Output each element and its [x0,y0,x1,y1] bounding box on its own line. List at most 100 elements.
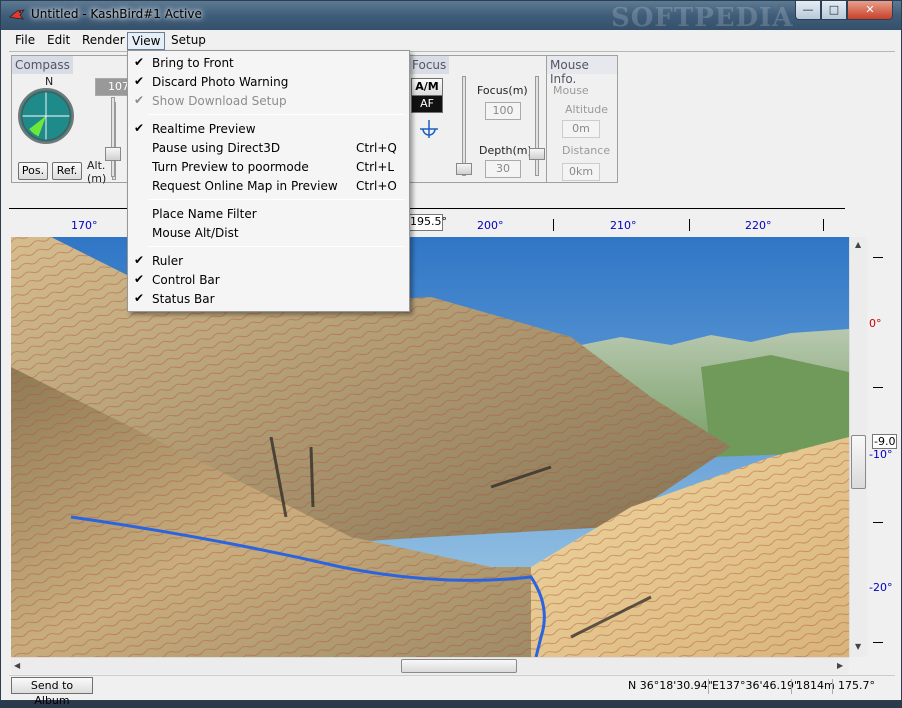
menu-setup[interactable]: Setup [167,32,210,50]
longitude-readout: E137°36'46.19" [712,679,800,692]
menu-item-mouse-alt-dist[interactable]: Mouse Alt/Dist [128,224,409,243]
send-to-album-button[interactable]: Send to Album [11,677,93,707]
heading-label: 170° [71,219,98,232]
menu-item-control-bar[interactable]: ✔ Control Bar [128,271,409,290]
am-button[interactable]: A/M [411,78,443,96]
heading-label: 210° [610,219,637,232]
pitch-tick [873,522,883,523]
app-bird-icon [9,9,25,20]
menu-item-status-bar[interactable]: ✔ Status Bar [128,290,409,309]
pitch-label-zero: 0° [869,317,882,330]
status-separator [708,679,709,694]
menu-item-realtime-preview[interactable]: ✔ Realtime Preview [128,120,409,139]
ref-button[interactable]: Ref. [52,162,82,180]
menu-separator [148,114,405,115]
alt-label: Alt. [87,159,106,172]
focus-crosshair-icon [420,120,438,138]
altitude-label: Altitude [565,103,608,116]
menu-edit[interactable]: Edit [43,32,74,50]
vertical-scroll-thumb[interactable] [851,435,866,489]
pos-button[interactable]: Pos. [18,162,48,180]
menu-separator [148,199,405,200]
check-icon: ✔ [134,93,145,107]
scroll-left-icon[interactable]: ◀ [14,661,20,670]
menu-render[interactable]: Render [78,32,129,50]
distance-label: Distance [562,144,611,157]
window-title: Untitled - KashBird#1 Active [31,7,202,21]
heading-label: 200° [477,219,504,232]
heading-label: 220° [745,219,772,232]
pitch-ruler: 0° -9.0 -10° -20° [869,237,898,657]
status-bar: Send to Album N 36°18'30.94" E137°36'46.… [9,675,895,707]
menu-separator [148,246,405,247]
mouse-distance-value: 0km [562,163,600,181]
pitch-tick [873,387,883,388]
focus-label: Focus(m) [477,84,528,97]
menu-file[interactable]: File [11,32,39,50]
menu-view[interactable]: View [127,32,166,50]
shortcut-label: Ctrl+Q [356,141,397,155]
close-button[interactable]: ✕ [847,1,893,20]
menu-item-request-online-map[interactable]: Request Online Map in Preview Ctrl+O [128,177,409,196]
check-icon: ✔ [134,253,145,267]
alt-unit-label: (m) [87,172,107,185]
heading-tick [553,219,554,231]
check-icon: ✔ [134,74,145,88]
mouse-info-group: Mouse Info. Mouse Altitude 0m Distance 0… [546,55,618,183]
menu-bar: File Edit Render View Setup [9,31,895,50]
view-menu-dropdown: ✔ Bring to Front ✔ Discard Photo Warning… [127,50,410,312]
mouse-label: Mouse [553,84,589,97]
app-window: Untitled - KashBird#1 Active SOFTPEDIA —… [0,0,902,707]
vertical-scrollbar[interactable]: ▲ ▼ [849,237,867,657]
focus-value-field[interactable]: 100 [485,102,521,120]
scroll-up-icon[interactable]: ▲ [855,240,861,249]
compass-north-label: N [45,75,54,88]
pitch-tick [873,257,883,258]
pitch-label: -10° [869,448,893,461]
shortcut-label: Ctrl+L [356,160,395,174]
altitude-slider[interactable] [111,97,115,177]
heading-tick [689,219,690,231]
altitude-readout: 1814m [796,679,835,692]
depth-value-field[interactable]: 30 [485,160,521,178]
scroll-down-icon[interactable]: ▼ [855,642,861,651]
pitch-tick [873,642,883,643]
mouse-info-title: Mouse Info. [547,56,617,86]
heading-tick [823,219,824,231]
menu-item-discard-photo-warning[interactable]: ✔ Discard Photo Warning [128,73,409,92]
menu-item-show-download-setup: ✔ Show Download Setup [134,93,287,108]
title-bar[interactable]: Untitled - KashBird#1 Active SOFTPEDIA —… [1,1,901,33]
compass-title: Compass [12,56,73,74]
depth-label: Depth(m) [479,144,532,157]
af-button[interactable]: AF [411,95,443,113]
check-icon: ✔ [134,291,145,305]
menu-item-place-name-filter[interactable]: Place Name Filter [128,205,409,224]
check-icon: ✔ [134,272,145,286]
maximize-button[interactable]: □ [821,1,847,20]
horizontal-scrollbar[interactable]: ◀ ▶ [11,657,849,674]
status-separator [791,679,792,694]
check-icon: ✔ [134,121,145,135]
menu-item-ruler[interactable]: ✔ Ruler [128,252,409,271]
focus-slider-track[interactable] [462,76,466,176]
watermark-text: SOFTPEDIA [611,3,794,33]
scroll-right-icon[interactable]: ▶ [837,661,843,670]
focus-title: Focus [409,56,450,74]
menu-item-pause-direct3d[interactable]: Pause using Direct3D Ctrl+Q [128,139,409,158]
latitude-readout: N 36°18'30.94" [628,679,713,692]
menu-item-bring-to-front[interactable]: ✔ Bring to Front [128,54,409,73]
status-separator [832,679,833,694]
altitude-slider-thumb[interactable] [105,147,121,161]
mouse-altitude-value: 0m [562,120,600,138]
horizontal-scroll-thumb[interactable] [401,659,517,673]
focus-slider-thumb[interactable] [456,163,472,175]
compass-dial[interactable] [18,88,74,144]
heading-readout: 175.7° [838,679,875,692]
menu-item-turn-preview-poormode[interactable]: Turn Preview to poormode Ctrl+L [128,158,409,177]
depth-slider-thumb[interactable] [529,148,545,160]
pitch-label: -20° [869,581,893,594]
focus-group: Focus A/M AF Focus(m) 100 Depth(m) 30 [404,55,547,183]
depth-slider-track[interactable] [535,76,539,176]
pitch-marker: -9.0 [872,434,898,449]
minimize-button[interactable]: — [795,1,821,20]
